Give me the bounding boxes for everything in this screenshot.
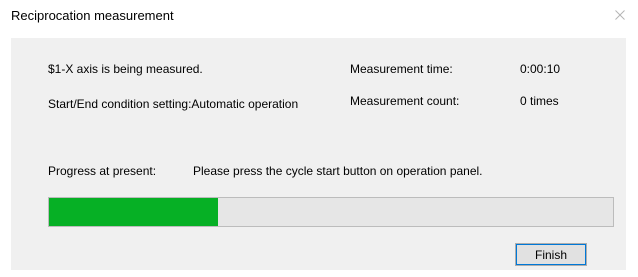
dialog-window: Reciprocation measurement $1-X axis is b… bbox=[0, 0, 638, 277]
progress-message: Please press the cycle start button on o… bbox=[193, 164, 483, 178]
window-title: Reciprocation measurement bbox=[11, 8, 174, 23]
dialog-body: $1-X axis is being measured. Measurement… bbox=[11, 38, 626, 270]
title-bar: Reciprocation measurement bbox=[0, 0, 638, 32]
close-button[interactable] bbox=[602, 0, 638, 30]
condition-setting-text: Start/End condition setting:Automatic op… bbox=[48, 97, 299, 111]
progress-bar-fill bbox=[49, 198, 219, 226]
progress-label: Progress at present: bbox=[48, 164, 157, 178]
measurement-time-label: Measurement time: bbox=[350, 62, 453, 76]
close-icon bbox=[615, 10, 625, 20]
finish-button[interactable]: Finish bbox=[515, 243, 587, 266]
measurement-count-label: Measurement count: bbox=[350, 94, 460, 108]
measurement-time-value: 0:00:10 bbox=[520, 62, 561, 76]
axis-status-text: $1-X axis is being measured. bbox=[48, 62, 203, 76]
progress-bar bbox=[48, 197, 614, 227]
measurement-count-value: 0 times bbox=[520, 94, 559, 108]
